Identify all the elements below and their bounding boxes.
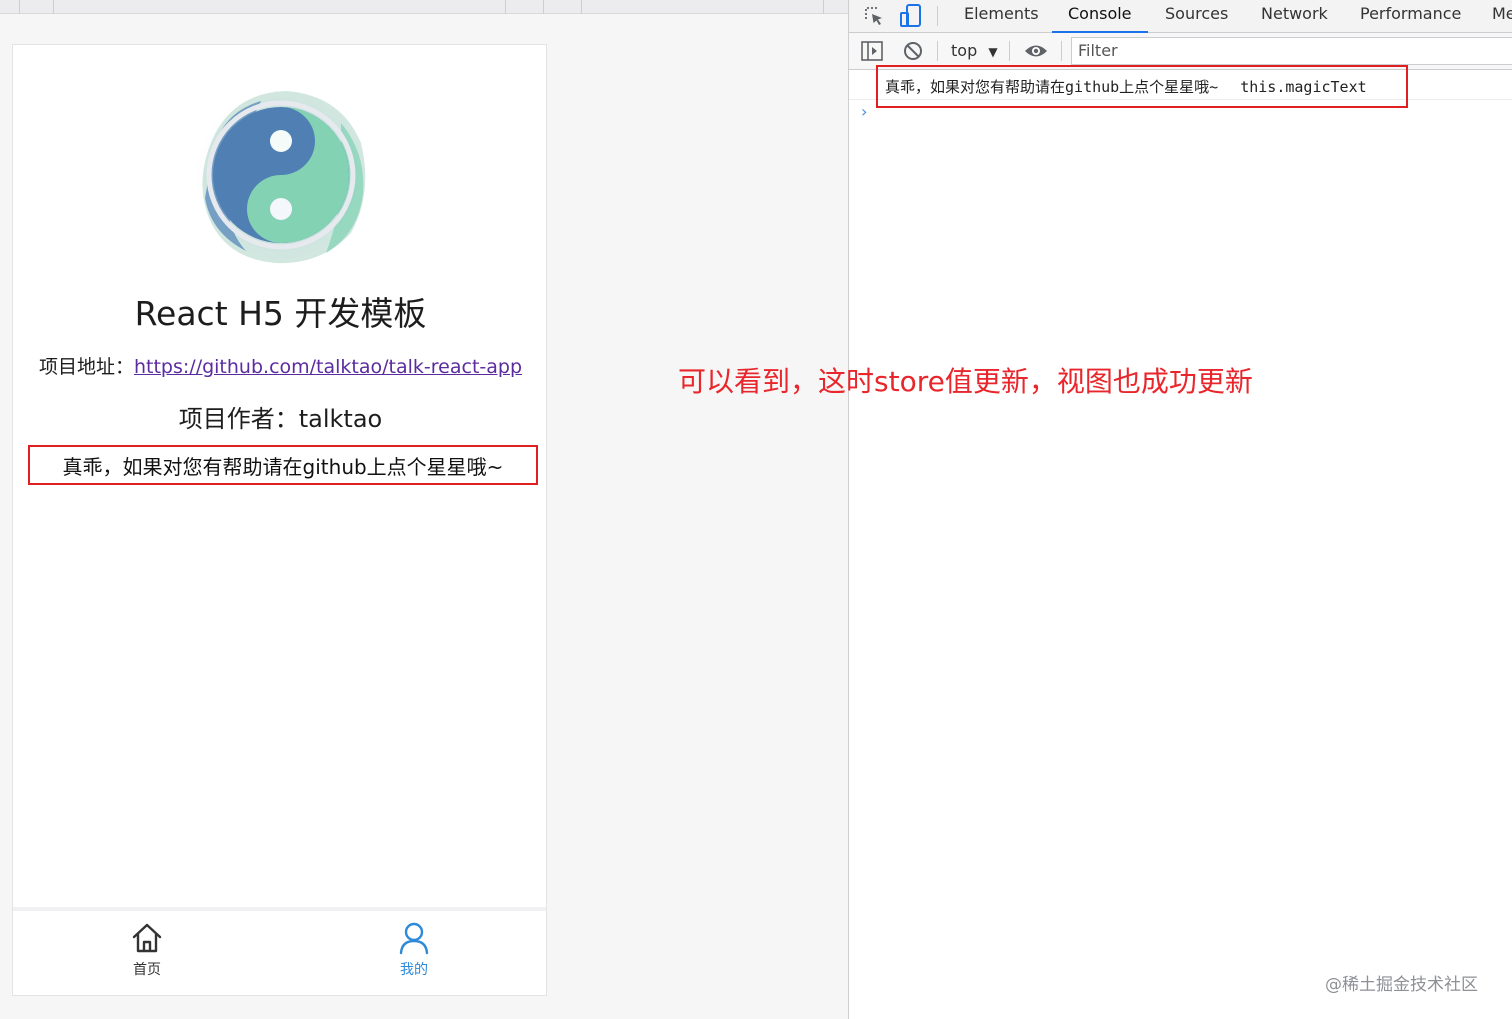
bar-segment [506,0,544,14]
user-icon [399,922,429,955]
toolbar-divider [1009,41,1010,61]
devtools-panel: Elements Console Sources Network Perform… [848,0,1512,1019]
inspect-element-icon[interactable] [863,5,885,31]
device-toolbar-icon[interactable] [899,3,923,33]
project-author: 项目作者：talktao [178,405,383,433]
bottom-tab-bar: 首页 我的 [13,907,546,995]
magic-text-highlight: 真乖，如果对您有帮助请在github上点个星星哦~ [28,445,538,485]
home-icon [132,923,162,953]
tab-sources[interactable]: Sources [1165,0,1228,33]
eye-icon[interactable] [1024,43,1048,63]
context-value: top [951,41,978,60]
page-title: React H5 开发模板 [134,294,427,333]
logo-yin-yang-icon [191,83,371,268]
toolbar-divider [937,6,938,26]
tab-home[interactable]: 首页 [87,921,207,979]
tab-elements[interactable]: Elements [964,0,1039,33]
tab-mine[interactable]: 我的 [354,921,474,979]
filter-input[interactable]: Filter [1071,37,1512,65]
console-log-highlight: 真乖，如果对您有帮助请在github上点个星星哦~ this.magicText [876,65,1408,108]
annotation-text: 可以看到，这时store值更新，视图也成功更新 [678,365,1253,398]
tab-console[interactable]: Console [1052,0,1148,33]
screen: React H5 开发模板 项目地址：https://github.com/ta… [0,0,1512,1019]
watermark: @稀土掘金技术社区 [1325,975,1478,995]
tab-home-label: 首页 [133,962,161,978]
bar-segment [20,0,54,14]
tab-mine-label: 我的 [400,962,428,978]
magic-text: 真乖，如果对您有帮助请在github上点个星星哦~ [62,454,504,479]
tab-network[interactable]: Network [1261,0,1328,33]
log-expression: this.magicText [1240,77,1367,96]
bar-segment [54,0,506,14]
toolbar-divider [937,41,938,61]
log-message: 真乖，如果对您有帮助请在github上点个星星哦~ [885,78,1219,96]
project-address-row: 项目地址：https://github.com/talktao/talk-rea… [13,352,548,379]
bar-segment [582,0,824,14]
toolbar-divider [1061,41,1062,61]
devtools-tab-bar: Elements Console Sources Network Perform… [849,0,1512,33]
context-selector[interactable]: top ▼ [951,41,998,60]
bar-segment [544,0,582,14]
tab-memory[interactable]: Me [1492,0,1512,33]
mobile-preview: React H5 开发模板 项目地址：https://github.com/ta… [12,44,547,996]
bar-segment [0,0,20,14]
console-prompt-chevron-icon[interactable]: › [861,102,867,121]
dropdown-triangle-icon: ▼ [988,45,998,59]
sidebar-toggle-icon[interactable] [861,41,883,65]
tab-performance[interactable]: Performance [1360,0,1461,33]
github-link[interactable]: https://github.com/talktao/talk-react-ap… [134,356,522,378]
preview-top-bar [0,0,848,14]
clear-console-icon[interactable] [903,41,923,65]
address-label: 项目地址： [38,356,134,378]
